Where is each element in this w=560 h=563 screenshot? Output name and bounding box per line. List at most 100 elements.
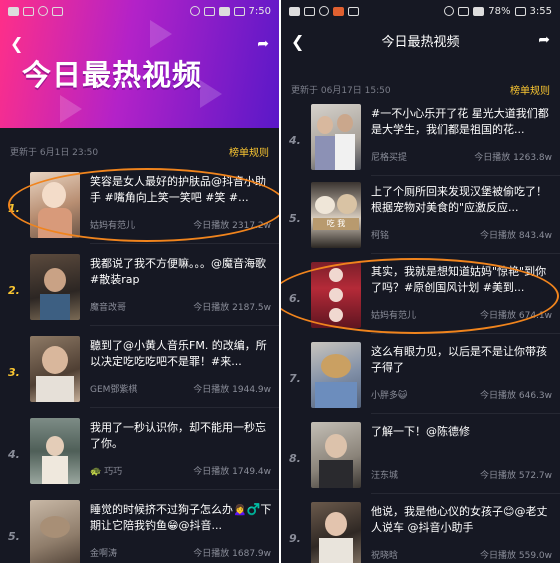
video-thumbnail[interactable] <box>30 418 80 484</box>
back-icon[interactable]: ❮ <box>10 34 23 53</box>
divider <box>371 493 560 494</box>
divider <box>371 333 560 334</box>
app-icon <box>333 6 344 16</box>
wifi-icon <box>319 6 329 16</box>
play-count: 今日播放 843.4w <box>480 231 552 241</box>
list-item[interactable]: 4. 我用了一秒认识你，却不能用一秒忘了你。 🐢 巧巧 今日播放 1749.4w <box>0 412 279 490</box>
share-icon[interactable]: ➦ <box>538 32 550 48</box>
video-thumbnail[interactable]: 吃 我 <box>311 182 361 248</box>
status-time: 7:50 <box>248 5 271 17</box>
author-name: GEM鄧紫棋 <box>90 385 138 395</box>
play-count: 今日播放 2187.5w <box>193 303 271 313</box>
list-item[interactable]: 1. 笑容是女人最好的护肤品@抖音小助手 #嘴角向上笑一笑吧 #笑 #... 姑… <box>0 166 279 244</box>
play-count: 今日播放 674.1w <box>480 311 552 321</box>
video-title: 笑容是女人最好的护肤品@抖音小助手 #嘴角向上笑一笑吧 #笑 #... <box>90 175 266 204</box>
update-row: 更新于 6月1日 23:50 榜单规则 <box>0 140 279 162</box>
divider <box>371 413 560 414</box>
rank-number: 6. <box>289 292 301 305</box>
play-count: 今日播放 646.3w <box>480 391 552 401</box>
divider <box>90 407 279 408</box>
video-thumbnail[interactable] <box>311 422 361 488</box>
author-name: 尼格买提 <box>371 153 408 163</box>
author-name: 姑妈有范儿 <box>371 311 417 321</box>
decor-shape <box>200 80 222 108</box>
video-thumbnail[interactable] <box>30 336 80 402</box>
rank-number: 5. <box>289 212 301 225</box>
decor-shape <box>60 95 82 123</box>
signal-icon <box>218 6 230 16</box>
video-thumbnail[interactable] <box>30 254 80 320</box>
video-title: 其实，我就是想知道姑妈"惊艳"到你了吗？#原创国风计划 #美到... <box>371 265 547 294</box>
play-count: 今日播放 1263.8w <box>474 153 552 163</box>
header-banner: 7:50 ❮ ➦ 今日最热视频 <box>0 0 279 128</box>
rank-number: 9. <box>289 532 301 545</box>
rank-number: 8. <box>289 452 301 465</box>
status-bar: 7:50 <box>0 0 279 22</box>
eye-icon <box>444 6 455 16</box>
nav-bar: ❮ 今日最热视频 ➦ <box>281 22 560 58</box>
divider <box>90 325 279 326</box>
video-thumbnail[interactable] <box>30 172 80 238</box>
author-name: 🐢 巧巧 <box>90 467 123 477</box>
video-thumbnail[interactable] <box>30 500 80 563</box>
clock-icon <box>458 6 470 16</box>
divider <box>371 253 560 254</box>
rank-number: 7. <box>289 372 301 385</box>
list-item[interactable]: 3. 聽到了@小黄人音乐FM. 的改编，所以决定吃吃吃吧不是罪！#来... GE… <box>0 330 279 408</box>
rank-number: 4. <box>289 134 301 147</box>
thumbnail-caption: 吃 我 <box>313 218 359 230</box>
message-icon <box>304 6 315 16</box>
list-item[interactable]: 2. 我都说了我不方便嘛。。。@魔音海歌 #散装rap 魔音改哥 今日播放 21… <box>0 248 279 326</box>
video-title: 我用了一秒认识你，却不能用一秒忘了你。 <box>90 421 266 450</box>
list-item[interactable]: 5. 睡觉的时候挤不过狗子怎么办🙍‍♀️♂️下期让它陪我钓鱼😁@抖音... 金啊… <box>0 494 279 563</box>
rank-number: 4. <box>8 448 20 461</box>
author-name: 魔音改哥 <box>90 303 127 313</box>
play-count: 今日播放 2317.2w <box>193 221 271 231</box>
status-time: 3:55 <box>529 5 552 17</box>
rules-link[interactable]: 榜单规则 <box>229 144 269 159</box>
video-title: 了解一下！@陈德修 <box>371 425 470 438</box>
clock-icon <box>203 6 215 16</box>
list-item[interactable]: 8. 了解一下！@陈德修 汪东城 今日播放 572.7w <box>281 416 560 494</box>
author-name: 姑妈有范儿 <box>90 221 136 231</box>
list-item[interactable]: 9. 他说，我是他心仪的女孩子😊@老丈人说车 @抖音小助手 祝晓晗 今日播放 5… <box>281 496 560 563</box>
rules-link[interactable]: 榜单规则 <box>510 82 550 97</box>
rank-number: 1. <box>8 202 20 215</box>
page-title: 今日最热视频 <box>381 34 460 50</box>
notification-icon <box>289 6 300 16</box>
video-title: #一不小心乐开了花 星光大道我们都是大学生，我们都是祖国的花... <box>371 107 549 136</box>
list-item[interactable]: 5. 吃 我 上了个厕所回来发现汉堡被偷吃了！根据宠物对美食的"应激反应... … <box>281 176 560 254</box>
signal-icon <box>473 6 485 16</box>
author-name: 汪东城 <box>371 471 399 481</box>
video-title: 我都说了我不方便嘛。。。@魔音海歌 #散装rap <box>90 257 266 286</box>
battery-icon <box>514 6 526 16</box>
list-item[interactable]: 7. 这么有眼力见，以后是不是让你带孩子得了 小胖多😺 今日播放 646.3w <box>281 336 560 414</box>
image-icon <box>23 6 34 16</box>
app-icon <box>52 6 63 16</box>
rank-number: 3. <box>8 366 20 379</box>
wifi-icon <box>38 6 48 16</box>
play-count: 今日播放 1749.4w <box>193 467 271 477</box>
notification-icon <box>8 6 19 16</box>
play-count: 今日播放 559.0w <box>480 551 552 561</box>
update-time: 更新于 6月1日 23:50 <box>10 147 99 158</box>
video-thumbnail[interactable] <box>311 262 361 328</box>
video-title: 睡觉的时候挤不过狗子怎么办🙍‍♀️♂️下期让它陪我钓鱼😁@抖音... <box>90 503 272 532</box>
rank-number: 2. <box>8 284 20 297</box>
list-item[interactable]: 4. #一不小心乐开了花 星光大道我们都是大学生，我们都是祖国的花... 尼格买… <box>281 98 560 176</box>
right-screen: 78% 3:55 ❮ 今日最热视频 ➦ 更新于 06月17日 15:50 榜单规… <box>281 0 560 563</box>
back-icon[interactable]: ❮ <box>291 32 304 51</box>
list-item[interactable]: 6. 其实，我就是想知道姑妈"惊艳"到你了吗？#原创国风计划 #美到... 姑妈… <box>281 256 560 334</box>
play-count: 今日播放 1944.9w <box>193 385 271 395</box>
video-title: 这么有眼力见，以后是不是让你带孩子得了 <box>371 345 547 374</box>
play-count: 今日播放 1687.9w <box>193 549 271 559</box>
video-thumbnail[interactable] <box>311 502 361 563</box>
decor-shape <box>150 20 172 48</box>
video-thumbnail[interactable] <box>311 342 361 408</box>
banner-title: 今日最热视频 <box>22 58 203 92</box>
status-bar: 78% 3:55 <box>281 0 560 22</box>
share-icon[interactable]: ➦ <box>257 36 269 52</box>
play-count: 今日播放 572.7w <box>480 471 552 481</box>
video-thumbnail[interactable] <box>311 104 361 170</box>
battery-level: 78% <box>488 5 511 17</box>
